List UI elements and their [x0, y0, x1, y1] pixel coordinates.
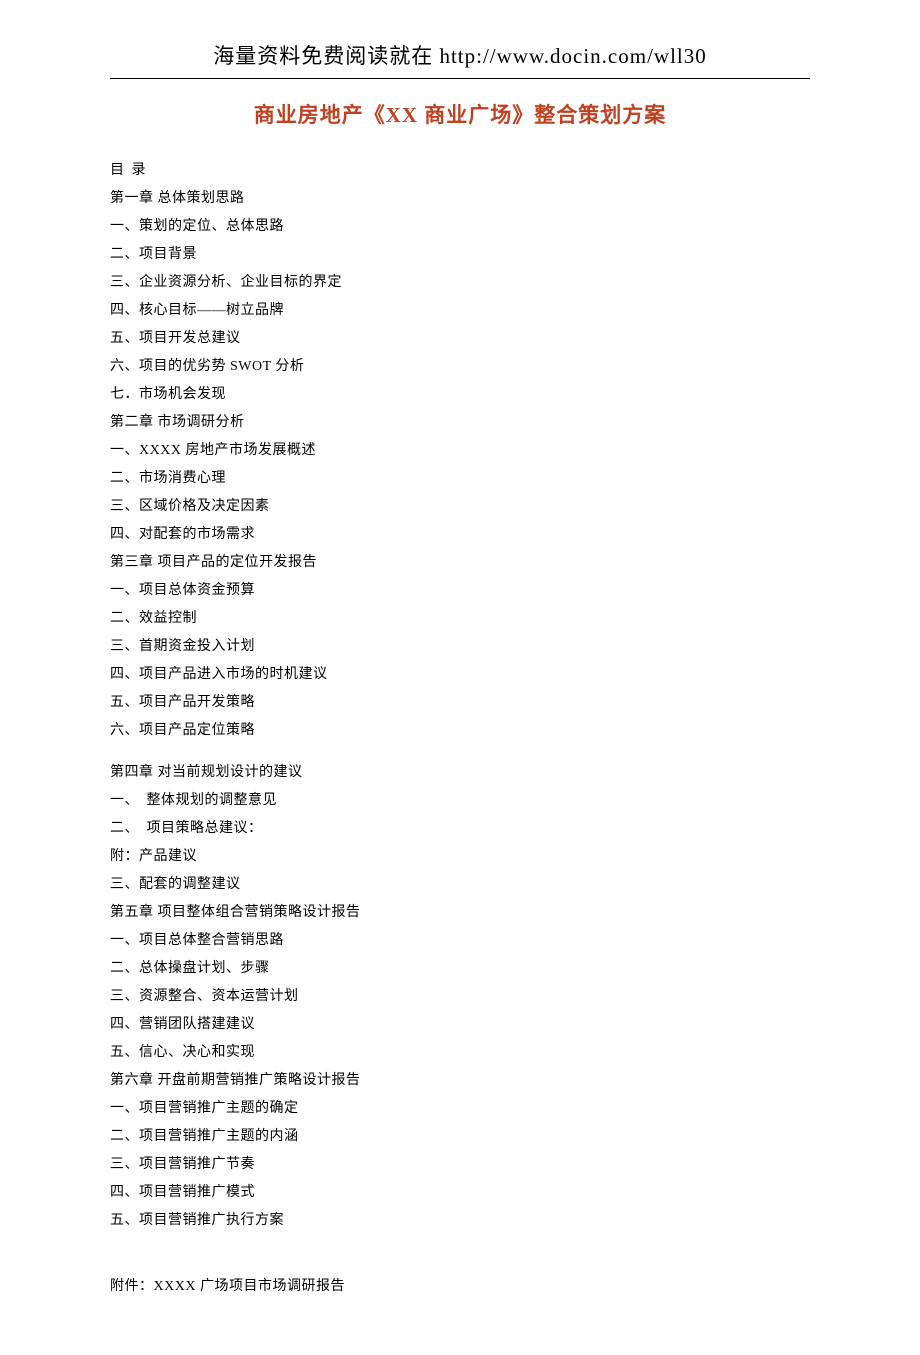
toc-item: 一、项目营销推广主题的确定	[110, 1095, 810, 1123]
toc-item: 三、项目营销推广节奏	[110, 1151, 810, 1179]
toc-item: 第五章 项目整体组合营销策略设计报告	[110, 899, 810, 927]
toc-item: 三、资源整合、资本运营计划	[110, 983, 810, 1011]
toc-item: 二、项目背景	[110, 241, 810, 269]
toc-item: 一、项目总体整合营销思路	[110, 927, 810, 955]
toc-item: 一、 整体规划的调整意见	[110, 787, 810, 815]
toc-item: 五、信心、决心和实现	[110, 1039, 810, 1067]
toc-item: 第四章 对当前规划设计的建议	[110, 759, 810, 787]
section-gap	[110, 745, 810, 759]
toc-item: 五、项目产品开发策略	[110, 689, 810, 717]
page-header: 海量资料免费阅读就在 http://www.docin.com/wll30	[110, 40, 810, 79]
toc-item: 一、策划的定位、总体思路	[110, 213, 810, 241]
toc-item: 三、配套的调整建议	[110, 871, 810, 899]
toc-item: 第二章 市场调研分析	[110, 409, 810, 437]
toc-item: 二、总体操盘计划、步骤	[110, 955, 810, 983]
toc-item: 五、项目营销推广执行方案	[110, 1207, 810, 1235]
toc-section-2: 第四章 对当前规划设计的建议 一、 整体规划的调整意见 二、 项目策略总建议： …	[110, 759, 810, 1235]
toc-item: 一、XXXX 房地产市场发展概述	[110, 437, 810, 465]
toc-item: 二、项目营销推广主题的内涵	[110, 1123, 810, 1151]
toc-section-1: 第一章 总体策划思路 一、策划的定位、总体思路 二、项目背景 三、企业资源分析、…	[110, 185, 810, 745]
toc-item: 第一章 总体策划思路	[110, 185, 810, 213]
toc-item: 四、营销团队搭建建议	[110, 1011, 810, 1039]
toc-item: 三、首期资金投入计划	[110, 633, 810, 661]
toc-item: 六、项目产品定位策略	[110, 717, 810, 745]
toc-item: 附：产品建议	[110, 843, 810, 871]
toc-item: 六、项目的优劣势 SWOT 分析	[110, 353, 810, 381]
toc-label: 目 录	[110, 159, 810, 179]
document-title: 商业房地产《XX 商业广场》整合策划方案	[110, 99, 810, 129]
toc-item: 四、核心目标——树立品牌	[110, 297, 810, 325]
toc-item: 二、效益控制	[110, 605, 810, 633]
toc-item: 四、项目产品进入市场的时机建议	[110, 661, 810, 689]
toc-item: 第六章 开盘前期营销推广策略设计报告	[110, 1067, 810, 1095]
toc-item: 二、 项目策略总建议：	[110, 815, 810, 843]
toc-item: 七．市场机会发现	[110, 381, 810, 409]
appendix-line: 附件：XXXX 广场项目市场调研报告	[110, 1275, 810, 1295]
toc-item: 四、对配套的市场需求	[110, 521, 810, 549]
toc-item: 一、项目总体资金预算	[110, 577, 810, 605]
toc-item: 二、市场消费心理	[110, 465, 810, 493]
toc-item: 第三章 项目产品的定位开发报告	[110, 549, 810, 577]
toc-item: 三、区域价格及决定因素	[110, 493, 810, 521]
toc-item: 三、企业资源分析、企业目标的界定	[110, 269, 810, 297]
toc-item: 五、项目开发总建议	[110, 325, 810, 353]
toc-item: 四、项目营销推广模式	[110, 1179, 810, 1207]
